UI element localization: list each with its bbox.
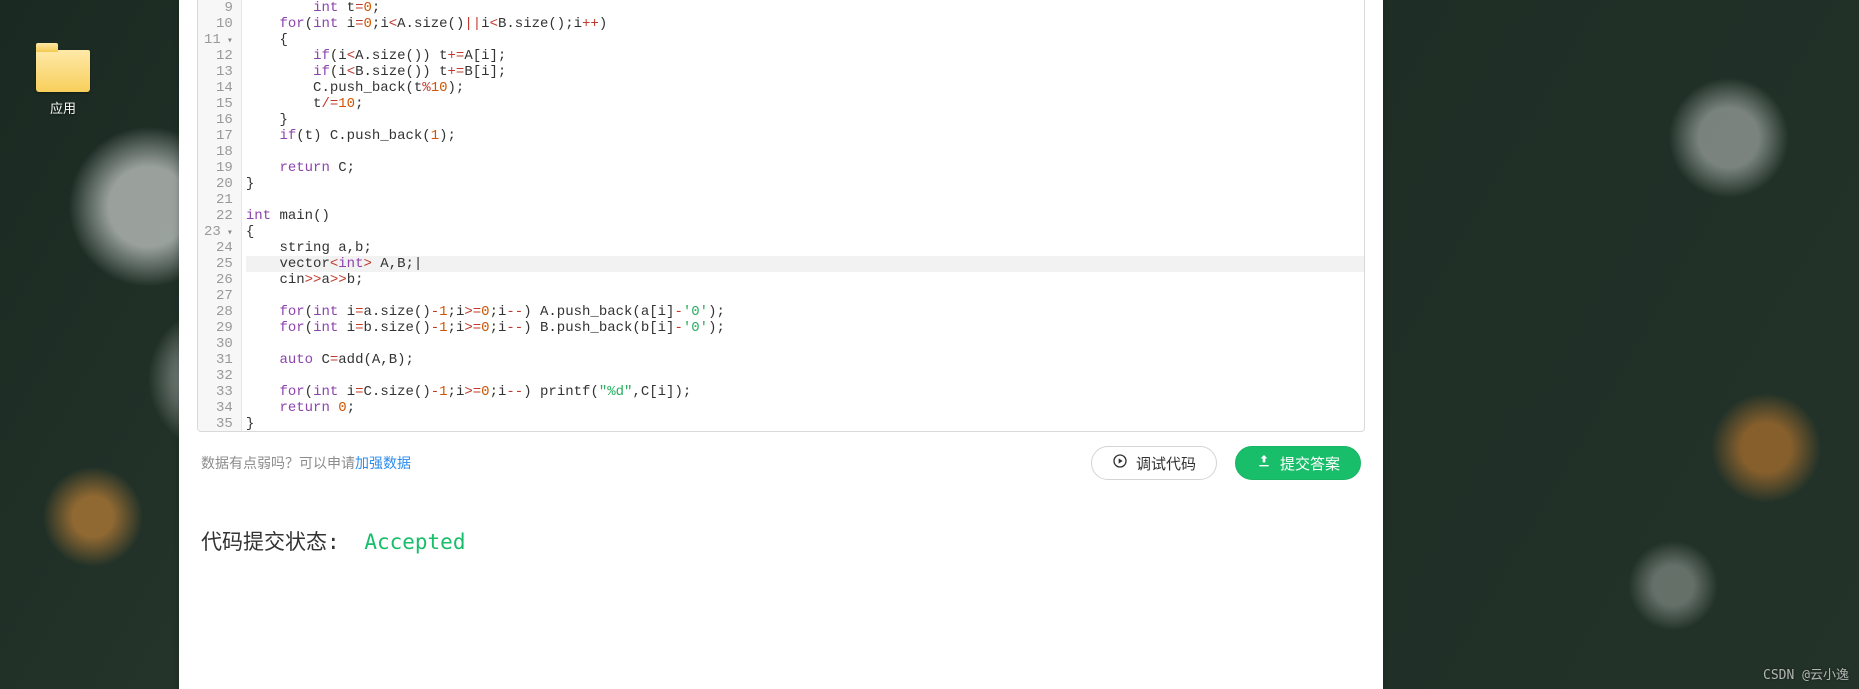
folder-icon: [36, 50, 90, 92]
submit-button[interactable]: 提交答案: [1235, 446, 1361, 480]
play-circle-icon: [1112, 453, 1128, 473]
line-number: 27: [204, 288, 233, 304]
submission-status: 代码提交状态: Accepted: [179, 490, 1383, 556]
code-line[interactable]: [246, 288, 1364, 304]
weak-data-text: 数据有点弱吗？可以申请加强数据: [201, 453, 411, 473]
code-line[interactable]: cin>>a>>b;: [246, 272, 1364, 288]
code-line[interactable]: t/=10;: [246, 96, 1364, 112]
line-number: 9: [204, 0, 233, 16]
line-number: 18: [204, 144, 233, 160]
code-line[interactable]: C.push_back(t%10);: [246, 80, 1364, 96]
line-number: 23: [204, 224, 233, 240]
line-number: 15: [204, 96, 233, 112]
code-line[interactable]: for(int i=0;i<A.size()||i<B.size();i++): [246, 16, 1364, 32]
main-card: 9101112131415161718192021222324252627282…: [179, 0, 1383, 689]
code-editor[interactable]: 9101112131415161718192021222324252627282…: [197, 0, 1365, 432]
code-line[interactable]: {: [246, 32, 1364, 48]
code-line[interactable]: vector<int> A,B;|: [246, 256, 1364, 272]
desktop-folder-label: 应用: [28, 98, 98, 117]
line-number: 22: [204, 208, 233, 224]
weak-data-prefix: 数据有点弱吗？可以申请: [201, 456, 355, 472]
code-line[interactable]: int t=0;: [246, 0, 1364, 16]
line-number: 26: [204, 272, 233, 288]
status-label: 代码提交状态:: [201, 530, 340, 554]
line-number: 35: [204, 416, 233, 432]
line-number: 28: [204, 304, 233, 320]
line-number: 24: [204, 240, 233, 256]
code-line[interactable]: if(t) C.push_back(1);: [246, 128, 1364, 144]
code-line[interactable]: auto C=add(A,B);: [246, 352, 1364, 368]
code-line[interactable]: [246, 192, 1364, 208]
line-number: 16: [204, 112, 233, 128]
strengthen-data-link[interactable]: 加强数据: [355, 456, 411, 472]
code-line[interactable]: if(i<A.size()) t+=A[i];: [246, 48, 1364, 64]
line-number: 29: [204, 320, 233, 336]
code-line[interactable]: }: [246, 416, 1364, 432]
code-line[interactable]: return 0;: [246, 400, 1364, 416]
code-line[interactable]: }: [246, 112, 1364, 128]
action-buttons: 调试代码 提交答案: [1091, 446, 1361, 480]
line-number: 13: [204, 64, 233, 80]
code-line[interactable]: return C;: [246, 160, 1364, 176]
line-number: 12: [204, 48, 233, 64]
code-line[interactable]: if(i<B.size()) t+=B[i];: [246, 64, 1364, 80]
editor-code-area[interactable]: int t=0; for(int i=0;i<A.size()||i<B.siz…: [242, 0, 1364, 431]
code-line[interactable]: for(int i=C.size()-1;i>=0;i--) printf("%…: [246, 384, 1364, 400]
code-line[interactable]: [246, 368, 1364, 384]
code-line[interactable]: }: [246, 176, 1364, 192]
code-line[interactable]: {: [246, 224, 1364, 240]
editor-gutter: 9101112131415161718192021222324252627282…: [198, 0, 242, 431]
editor-footer-row: 数据有点弱吗？可以申请加强数据 调试代码 提交答案: [179, 432, 1383, 490]
upload-icon: [1256, 453, 1272, 473]
line-number: 11: [204, 32, 233, 48]
code-line[interactable]: [246, 336, 1364, 352]
line-number: 32: [204, 368, 233, 384]
line-number: 31: [204, 352, 233, 368]
status-value: Accepted: [364, 530, 465, 554]
line-number: 17: [204, 128, 233, 144]
line-number: 33: [204, 384, 233, 400]
line-number: 30: [204, 336, 233, 352]
code-line[interactable]: int main(): [246, 208, 1364, 224]
code-line[interactable]: for(int i=a.size()-1;i>=0;i--) A.push_ba…: [246, 304, 1364, 320]
line-number: 25: [204, 256, 233, 272]
line-number: 21: [204, 192, 233, 208]
line-number: 34: [204, 400, 233, 416]
debug-button[interactable]: 调试代码: [1091, 446, 1217, 480]
submit-button-label: 提交答案: [1280, 453, 1340, 474]
line-number: 14: [204, 80, 233, 96]
code-line[interactable]: string a,b;: [246, 240, 1364, 256]
code-line[interactable]: [246, 144, 1364, 160]
desktop-folder-app[interactable]: 应用: [28, 50, 98, 117]
debug-button-label: 调试代码: [1136, 453, 1196, 474]
line-number: 10: [204, 16, 233, 32]
line-number: 20: [204, 176, 233, 192]
line-number: 19: [204, 160, 233, 176]
code-line[interactable]: for(int i=b.size()-1;i>=0;i--) B.push_ba…: [246, 320, 1364, 336]
